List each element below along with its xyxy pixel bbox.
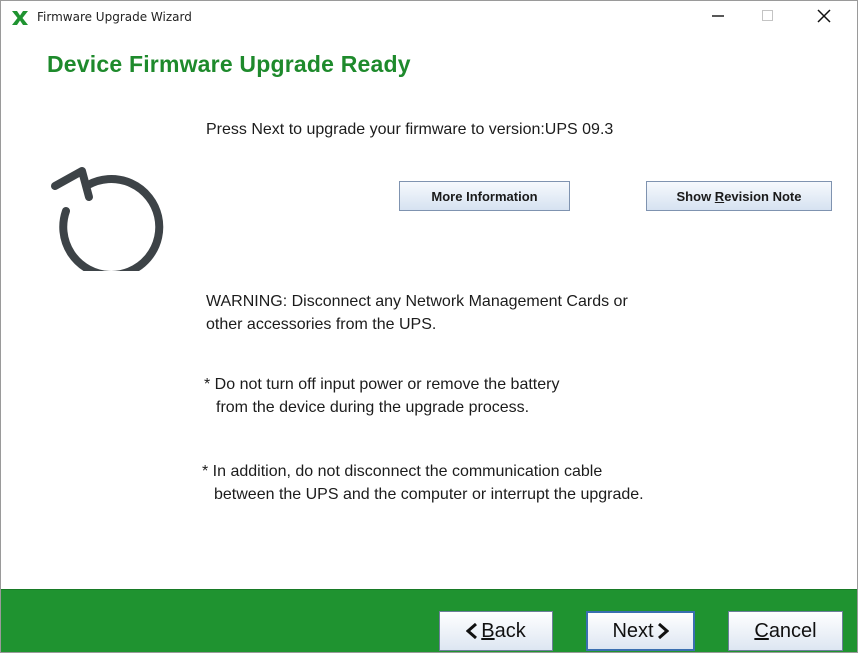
minimize-button[interactable] (695, 1, 741, 35)
back-label-suffix: ack (494, 619, 526, 642)
chevron-right-icon (657, 623, 669, 639)
warning-line-1: WARNING: Disconnect any Network Manageme… (206, 293, 628, 310)
power-note-line-1: * Do not turn off input power or remove … (204, 376, 560, 393)
more-information-button[interactable]: More Information (399, 181, 570, 211)
window-title: Firmware Upgrade Wizard (37, 10, 192, 24)
close-button[interactable] (801, 1, 847, 35)
warning-text: WARNING: Disconnect any Network Manageme… (206, 290, 766, 336)
power-note-line-2: from the device during the upgrade proce… (216, 399, 530, 416)
cancel-label-accelerator: C (754, 619, 769, 642)
maximize-icon (762, 9, 774, 27)
power-note: * Do not turn off input power or remove … (204, 373, 764, 419)
revision-label-prefix: Show (676, 188, 715, 204)
title-bar[interactable]: Firmware Upgrade Wizard (1, 1, 857, 35)
wizard-footer: Back Next Cancel (1, 589, 857, 652)
more-information-label: More Information (431, 188, 538, 204)
wizard-window: Firmware Upgrade Wizard Device Firmware … (0, 0, 858, 653)
upgrade-prompt: Press Next to upgrade your firmware to v… (206, 121, 614, 138)
maximize-button[interactable] (745, 1, 791, 35)
close-icon (817, 8, 831, 28)
cancel-button[interactable]: Cancel (728, 611, 843, 651)
show-revision-note-button[interactable]: Show Revision Note (646, 181, 832, 211)
cable-note-line-2: between the UPS and the computer or inte… (214, 486, 644, 503)
chevron-left-icon (466, 623, 478, 639)
warning-line-2: other accessories from the UPS. (206, 316, 437, 333)
revision-label-suffix: evision Note (724, 188, 802, 204)
page-title: Device Firmware Upgrade Ready (47, 51, 411, 77)
app-logo-icon (11, 10, 29, 26)
next-label: Next (612, 619, 654, 642)
back-button[interactable]: Back (439, 611, 553, 651)
back-label-accelerator: B (481, 619, 495, 642)
minimize-icon (712, 9, 724, 27)
cancel-label-suffix: ancel (768, 619, 817, 642)
next-button[interactable]: Next (586, 611, 695, 651)
cable-note-line-1: * In addition, do not disconnect the com… (202, 463, 603, 480)
revision-label-accelerator: R (714, 188, 725, 204)
cable-note: * In addition, do not disconnect the com… (202, 460, 802, 506)
refresh-icon (49, 153, 167, 279)
